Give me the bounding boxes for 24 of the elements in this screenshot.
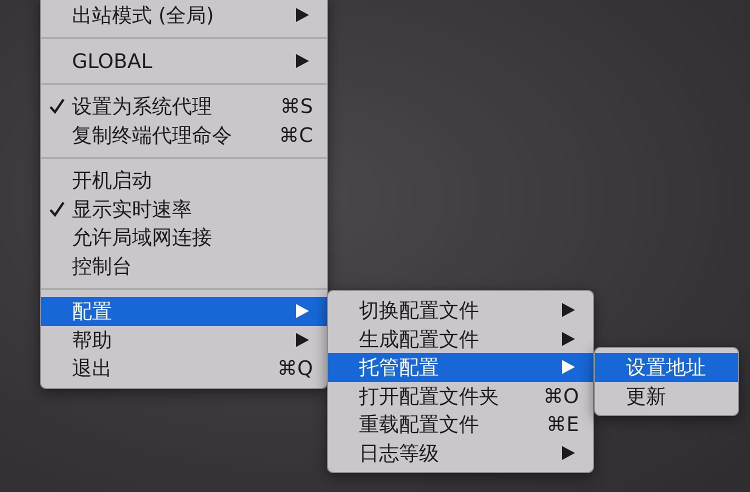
shortcut-text: ⌘E [546,414,579,434]
menu-item[interactable]: 切换配置文件 [328,296,593,324]
menu-item[interactable]: 出站模式 (全局) [41,1,327,30]
menu-item[interactable]: 更新 [595,382,738,410]
shortcut-text: ⌘O [543,386,579,406]
shortcut-text: ⌘C [279,124,313,145]
menu-item[interactable]: 控制台 [41,252,327,280]
menu-item[interactable]: 托管配置 [328,353,593,382]
menu-item[interactable]: 帮助 [41,326,327,354]
menu-item[interactable]: 显示实时速率 [41,194,327,223]
menu-item[interactable]: 允许局域网连接 [41,223,327,252]
shortcut-text: ⌘S [280,96,313,116]
menu-item[interactable]: 打开配置文件夹 ⌘O [328,382,593,410]
shortcut-text: ⌘Q [277,358,313,378]
menu-item[interactable]: 设置为系统代理 ⌘S [41,92,327,120]
menu-item[interactable]: 生成配置文件 [328,324,593,353]
menu-item[interactable]: 退出 ⌘Q [41,354,327,382]
menu-item[interactable]: 重载配置文件 ⌘E [328,410,593,438]
menu-item[interactable]: 复制终端代理命令 ⌘C [41,120,327,149]
menu-item[interactable]: 配置 [41,297,327,326]
menu-item[interactable]: GLOBAL [41,46,327,75]
menu-item[interactable]: 设置地址 [595,353,738,382]
menu-item[interactable]: 开机启动 [41,166,327,194]
menu-item[interactable]: 日志等级 [328,438,593,467]
